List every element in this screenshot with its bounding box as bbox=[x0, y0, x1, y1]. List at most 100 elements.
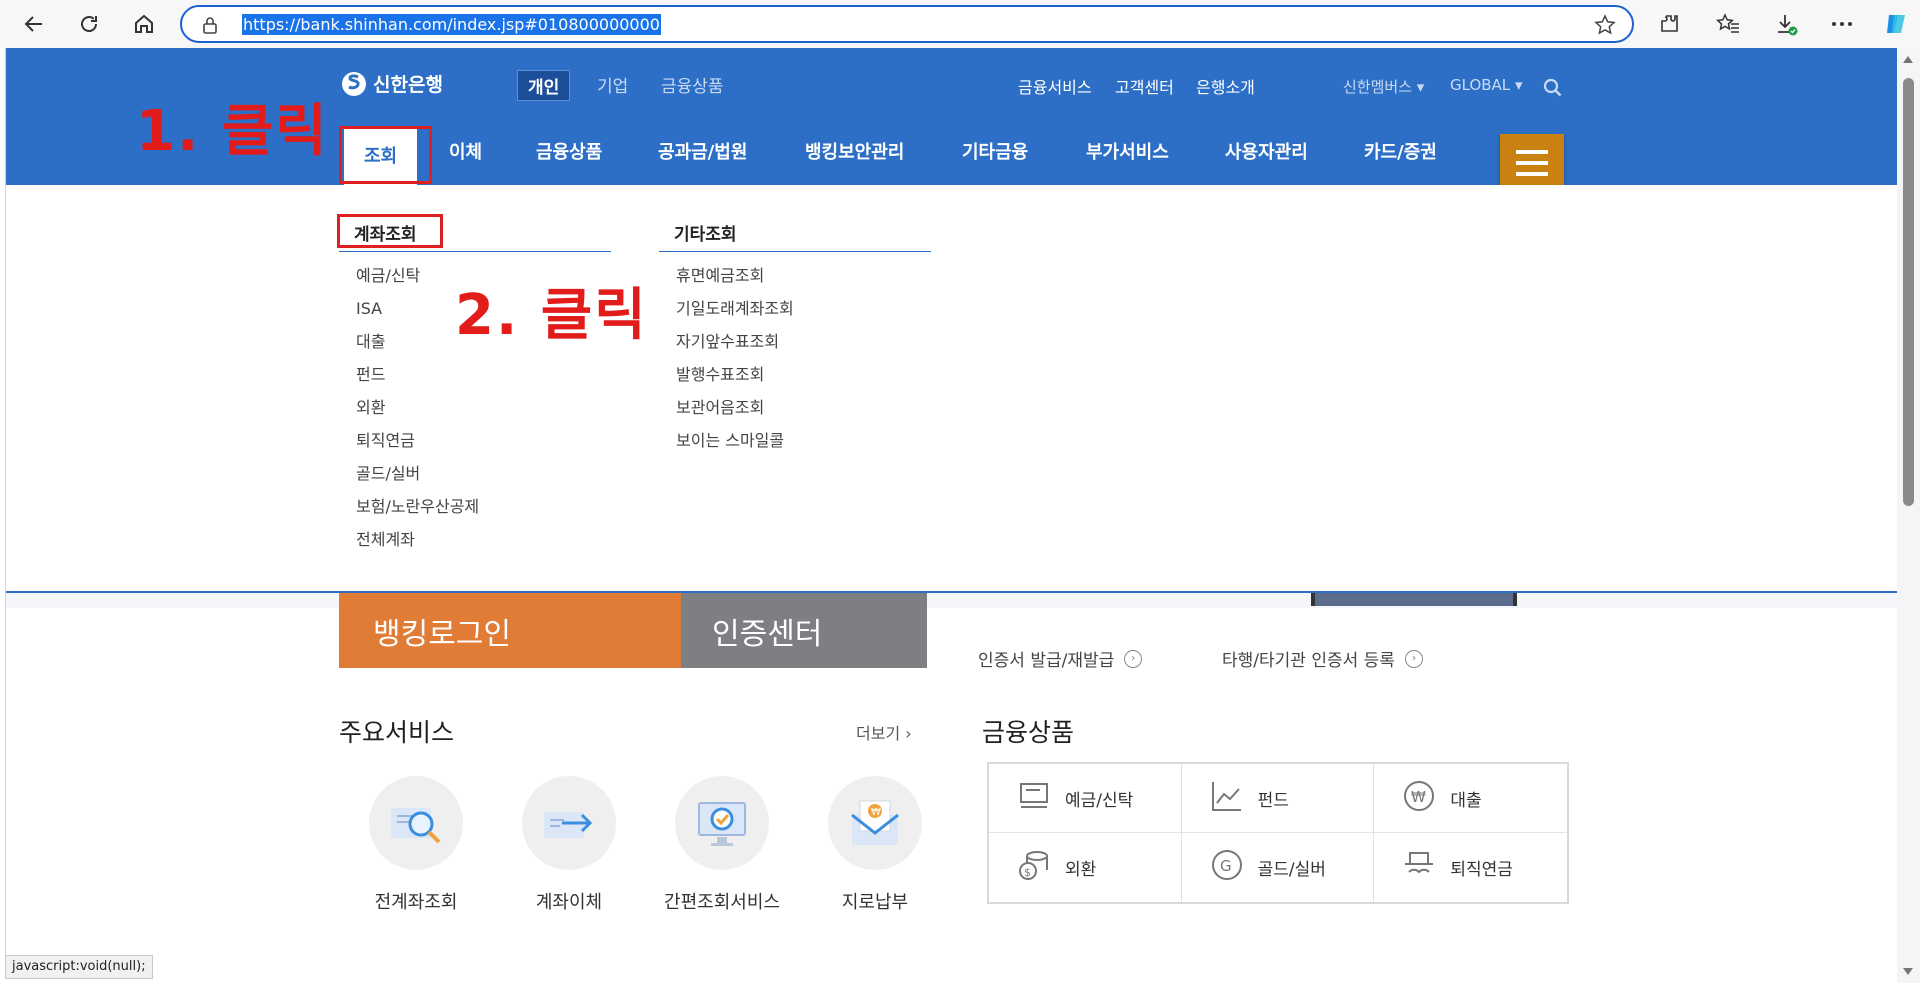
util-bank-intro[interactable]: 은행소개 bbox=[1196, 74, 1255, 98]
nav-utility-court[interactable]: 공과금/법원 bbox=[658, 140, 747, 185]
chart-line-icon bbox=[1210, 779, 1244, 818]
tab-personal[interactable]: 개인 bbox=[517, 70, 571, 101]
member-link-label: 신한멤버스 bbox=[1343, 78, 1413, 96]
account-search-icon bbox=[369, 776, 463, 870]
product-label: 골드/실버 bbox=[1257, 860, 1326, 880]
home-icon[interactable] bbox=[130, 10, 158, 38]
logo-text: 신한은행 bbox=[373, 74, 443, 96]
downloads-icon[interactable] bbox=[1772, 10, 1800, 38]
util-customer-center[interactable]: 고객센터 bbox=[1115, 74, 1174, 98]
cert-issue-link[interactable]: 인증서 발급/재발급 › bbox=[978, 646, 1143, 671]
list-item[interactable]: 발행수표조회 bbox=[659, 365, 931, 398]
more-link[interactable]: 더보기 › bbox=[856, 720, 912, 744]
monitor-check-icon bbox=[675, 776, 769, 870]
list-item[interactable]: 외환 bbox=[339, 398, 611, 431]
banking-login-button[interactable]: 뱅킹로그인 bbox=[339, 593, 681, 668]
product-loan[interactable]: ₩ 대출 bbox=[1374, 764, 1567, 833]
global-link[interactable]: GLOBAL ▾ bbox=[1450, 76, 1522, 94]
service-quick-inquiry[interactable]: 간편조회서비스 bbox=[642, 776, 802, 914]
product-label: 예금/신탁 bbox=[1065, 790, 1134, 811]
annotation-box-account-inquiry bbox=[337, 214, 443, 248]
dropdown-column-other: 기타조회 휴면예금조회 기일도래계좌조회 자기앞수표조회 발행수표조회 보관어음… bbox=[659, 216, 931, 464]
gold-coin-icon: G bbox=[1210, 848, 1244, 887]
product-label: 외환 bbox=[1065, 860, 1097, 880]
url-text[interactable]: https://bank.shinhan.com/index.jsp#01080… bbox=[242, 14, 661, 35]
member-link[interactable]: 신한멤버스 ▾ bbox=[1343, 76, 1424, 97]
dropdown-title-other-inquiry[interactable]: 기타조회 bbox=[659, 216, 931, 252]
product-pension[interactable]: 퇴직연금 bbox=[1374, 833, 1567, 902]
main-services-title: 주요서비스 bbox=[339, 718, 455, 747]
list-item[interactable]: 퇴직연금 bbox=[339, 431, 611, 464]
list-item[interactable]: 골드/실버 bbox=[339, 464, 611, 497]
list-item[interactable]: 보관어음조회 bbox=[659, 398, 931, 431]
product-forex[interactable]: $ 외환 bbox=[989, 833, 1182, 902]
list-item[interactable]: 휴면예금조회 bbox=[659, 266, 931, 299]
service-label: 지로납부 bbox=[841, 892, 909, 913]
cert-register-label: 타행/타기관 인증서 등록 bbox=[1222, 651, 1395, 671]
page-scrollbar[interactable] bbox=[1897, 48, 1920, 983]
product-label: 대출 bbox=[1450, 790, 1482, 811]
tab-financial-products[interactable]: 금융상품 bbox=[651, 70, 734, 99]
menu-line bbox=[1516, 172, 1548, 176]
more-options-icon[interactable] bbox=[1828, 10, 1856, 38]
dropdown-column-account: 계좌조회 예금/신탁 ISA 대출 펀드 외환 퇴직연금 골드/실버 보험/노란… bbox=[339, 216, 611, 563]
web-page: 신한은행 개인 기업 금융상품 금융서비스 고객센터 은행소개 신한멤버스 ▾ … bbox=[5, 48, 1897, 978]
all-menu-button[interactable] bbox=[1500, 134, 1564, 192]
hero-banner-strip bbox=[6, 593, 1897, 608]
nav-user-management[interactable]: 사용자관리 bbox=[1225, 140, 1308, 185]
deposit-icon bbox=[1017, 779, 1051, 818]
back-icon[interactable] bbox=[20, 10, 48, 38]
list-item[interactable]: 보이는 스마일콜 bbox=[659, 431, 931, 464]
product-label: 퇴직연금 bbox=[1450, 860, 1513, 880]
lock-icon[interactable] bbox=[202, 16, 218, 38]
copilot-icon[interactable] bbox=[1882, 10, 1910, 38]
chevron-right-icon: › bbox=[1124, 649, 1143, 668]
products-grid: 예금/신탁 펀드 ₩ 대출 $ 외환 G 골드/실버 퇴직연금 bbox=[987, 762, 1569, 904]
svg-text:$: $ bbox=[1024, 866, 1031, 879]
list-item[interactable]: 자기앞수표조회 bbox=[659, 332, 931, 365]
hero-illustration bbox=[1311, 593, 1517, 606]
tab-business[interactable]: 기업 bbox=[587, 70, 638, 99]
browser-toolbar: https://bank.shinhan.com/index.jsp#01080… bbox=[0, 0, 1920, 48]
scroll-up-icon[interactable] bbox=[1903, 56, 1913, 63]
extensions-icon[interactable] bbox=[1655, 10, 1683, 38]
product-fund[interactable]: 펀드 bbox=[1181, 764, 1375, 833]
favorite-star-icon[interactable] bbox=[1594, 14, 1616, 40]
nav-additional-services[interactable]: 부가서비스 bbox=[1086, 140, 1169, 185]
svg-text:G: G bbox=[1220, 857, 1232, 875]
product-label: 펀드 bbox=[1257, 790, 1289, 811]
nav-products[interactable]: 금융상품 bbox=[536, 140, 602, 185]
status-bar-url: javascript:void(null); bbox=[5, 955, 153, 979]
service-transfer[interactable]: 계좌이체 bbox=[489, 776, 649, 914]
certificate-center-button[interactable]: 인증센터 bbox=[681, 593, 927, 668]
nav-transfer[interactable]: 이체 bbox=[449, 140, 482, 185]
util-financial-services[interactable]: 금융서비스 bbox=[1018, 74, 1092, 98]
list-item[interactable]: 보험/노란우산공제 bbox=[339, 497, 611, 530]
product-gold-silver[interactable]: G 골드/실버 bbox=[1182, 833, 1375, 902]
scrollbar-thumb[interactable] bbox=[1903, 78, 1914, 506]
search-icon[interactable] bbox=[1543, 78, 1563, 102]
service-label: 전계좌조회 bbox=[374, 892, 458, 913]
cert-register-link[interactable]: 타행/타기관 인증서 등록 › bbox=[1222, 646, 1423, 671]
nav-banking-security[interactable]: 뱅킹보안관리 bbox=[805, 140, 904, 185]
envelope-won-icon: ₩ bbox=[828, 776, 922, 870]
favorites-icon[interactable] bbox=[1714, 10, 1742, 38]
nav-card-securities[interactable]: 카드/증권 bbox=[1364, 140, 1437, 185]
address-bar[interactable]: https://bank.shinhan.com/index.jsp#01080… bbox=[180, 5, 1634, 43]
nav-other-finance[interactable]: 기타금융 bbox=[962, 140, 1028, 185]
other-inquiry-list: 휴면예금조회 기일도래계좌조회 자기앞수표조회 발행수표조회 보관어음조회 보이… bbox=[659, 266, 931, 464]
list-item[interactable]: 기일도래계좌조회 bbox=[659, 299, 931, 332]
refresh-icon[interactable] bbox=[75, 10, 103, 38]
retirement-hat-icon bbox=[1402, 848, 1436, 887]
service-giro-payment[interactable]: ₩ 지로납부 bbox=[795, 776, 955, 914]
shinhan-logo-icon bbox=[342, 71, 366, 96]
service-label: 계좌이체 bbox=[535, 892, 603, 913]
product-deposit[interactable]: 예금/신탁 bbox=[989, 764, 1182, 833]
chevron-right-icon: › bbox=[1404, 649, 1423, 668]
service-all-accounts[interactable]: 전계좌조회 bbox=[336, 776, 496, 914]
shinhan-logo[interactable]: 신한은행 bbox=[341, 70, 443, 97]
scroll-down-icon[interactable] bbox=[1903, 968, 1913, 975]
list-item[interactable]: 전체계좌 bbox=[339, 530, 611, 563]
list-item[interactable]: 펀드 bbox=[339, 365, 611, 398]
svg-text:₩: ₩ bbox=[871, 807, 881, 818]
